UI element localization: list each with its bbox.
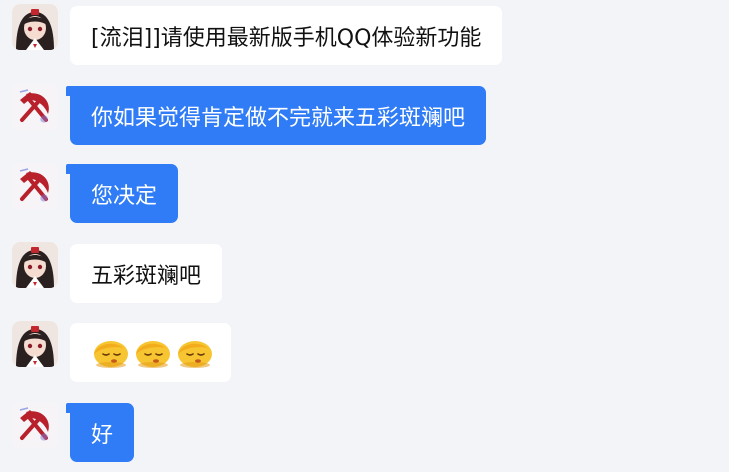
- message-bubble[interactable]: [70, 323, 231, 382]
- message-bubble[interactable]: [流泪]]请使用最新版手机QQ体验新功能: [70, 6, 503, 65]
- hammer-and-sickle-icon[interactable]: [12, 84, 58, 130]
- message-text: 你如果觉得肯定做不完就来五彩斑斓吧: [91, 105, 466, 131]
- message-text: 五彩斑斓吧: [91, 263, 202, 289]
- girl-avatar-icon[interactable]: [12, 4, 58, 50]
- message-bubble[interactable]: 好: [65, 403, 135, 462]
- message-text: [流泪]]请使用最新版手机QQ体验新功能: [91, 25, 482, 51]
- message-bubble[interactable]: 你如果觉得肯定做不完就来五彩斑斓吧: [65, 86, 487, 145]
- girl-avatar-icon[interactable]: [12, 242, 58, 288]
- message-text: 好: [91, 422, 114, 448]
- message-text: 您决定: [91, 183, 158, 209]
- message-bubble[interactable]: 五彩斑斓吧: [70, 244, 223, 303]
- chat-area: [流泪]]请使用最新版手机QQ体验新功能 你如果觉得肯定做不完就来五彩斑斓吧 您…: [0, 0, 729, 472]
- hammer-and-sickle-icon[interactable]: [12, 163, 58, 209]
- girl-avatar-icon[interactable]: [12, 321, 58, 367]
- hammer-and-sickle-icon[interactable]: [12, 402, 58, 448]
- message-bubble[interactable]: 您决定: [65, 164, 179, 223]
- sleepy-face-emoji-icon: [89, 335, 129, 371]
- sleepy-face-emoji-icon: [131, 335, 171, 371]
- emoji-group: [89, 335, 213, 371]
- sleepy-face-emoji-icon: [173, 335, 213, 371]
